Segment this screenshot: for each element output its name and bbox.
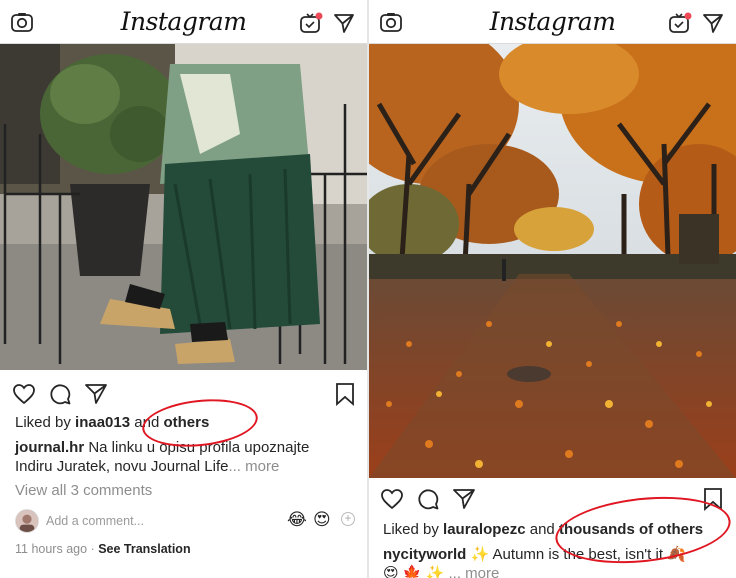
post-meta-line: 11 hours ago · See Translation [15,540,191,559]
direct-message-icon[interactable] [702,12,724,34]
left-screenshot: Instagram Liked by inaa013 and others jo… [0,0,367,578]
igtv-icon[interactable] [299,12,323,34]
liker-username[interactable]: inaa013 [75,414,130,431]
laugh-emoji-button[interactable]: 😂 [287,510,307,530]
post-photo[interactable] [369,44,736,478]
direct-message-icon[interactable] [333,12,355,34]
view-all-comments-link[interactable]: View all 3 comments [15,481,152,500]
liker-username[interactable]: lauralopezc [443,521,526,538]
caption-more-link[interactable]: ... more [228,458,279,475]
comment-icon[interactable] [416,487,440,511]
heart-icon[interactable] [380,487,404,511]
heart-icon[interactable] [12,382,36,406]
likes-joiner: and [529,521,555,538]
bookmark-icon[interactable] [333,382,357,406]
right-screenshot: Instagram Liked by lauralopezc and thous… [369,0,736,578]
heart-eyes-emoji-button[interactable]: 😍 [313,510,331,530]
add-comment-row: Add a comment... 😂 😍 + [15,509,355,535]
meta-separator: · [90,542,95,556]
post-photo[interactable] [0,44,367,370]
caption-text-2: Indiru Juratek, novu Journal Life [15,458,229,475]
likes-prefix: Liked by [383,521,439,538]
caption-line-2: Indiru Juratek, novu Journal Life... mor… [15,457,279,476]
add-emoji-icon[interactable]: + [341,512,355,526]
comment-icon[interactable] [48,382,72,406]
caption-more-link[interactable]: ... more [449,565,500,578]
igtv-icon[interactable] [668,12,692,34]
likes-prefix: Liked by [15,414,71,431]
avatar[interactable] [15,509,39,533]
share-icon[interactable] [84,382,108,406]
caption-line-2: 😍 🍁 ✨ ... more [383,564,499,578]
top-bar: Instagram [369,0,736,44]
add-comment-input[interactable]: Add a comment... [46,514,144,528]
post-timestamp: 11 hours ago [15,542,88,556]
caption-username[interactable]: journal.hr [15,439,84,456]
share-icon[interactable] [452,487,476,511]
top-bar: Instagram [0,0,367,44]
see-translation-link[interactable]: See Translation [98,542,190,556]
caption-text-2: 😍 🍁 ✨ [383,565,445,578]
caption-username[interactable]: nycityworld [383,546,466,563]
